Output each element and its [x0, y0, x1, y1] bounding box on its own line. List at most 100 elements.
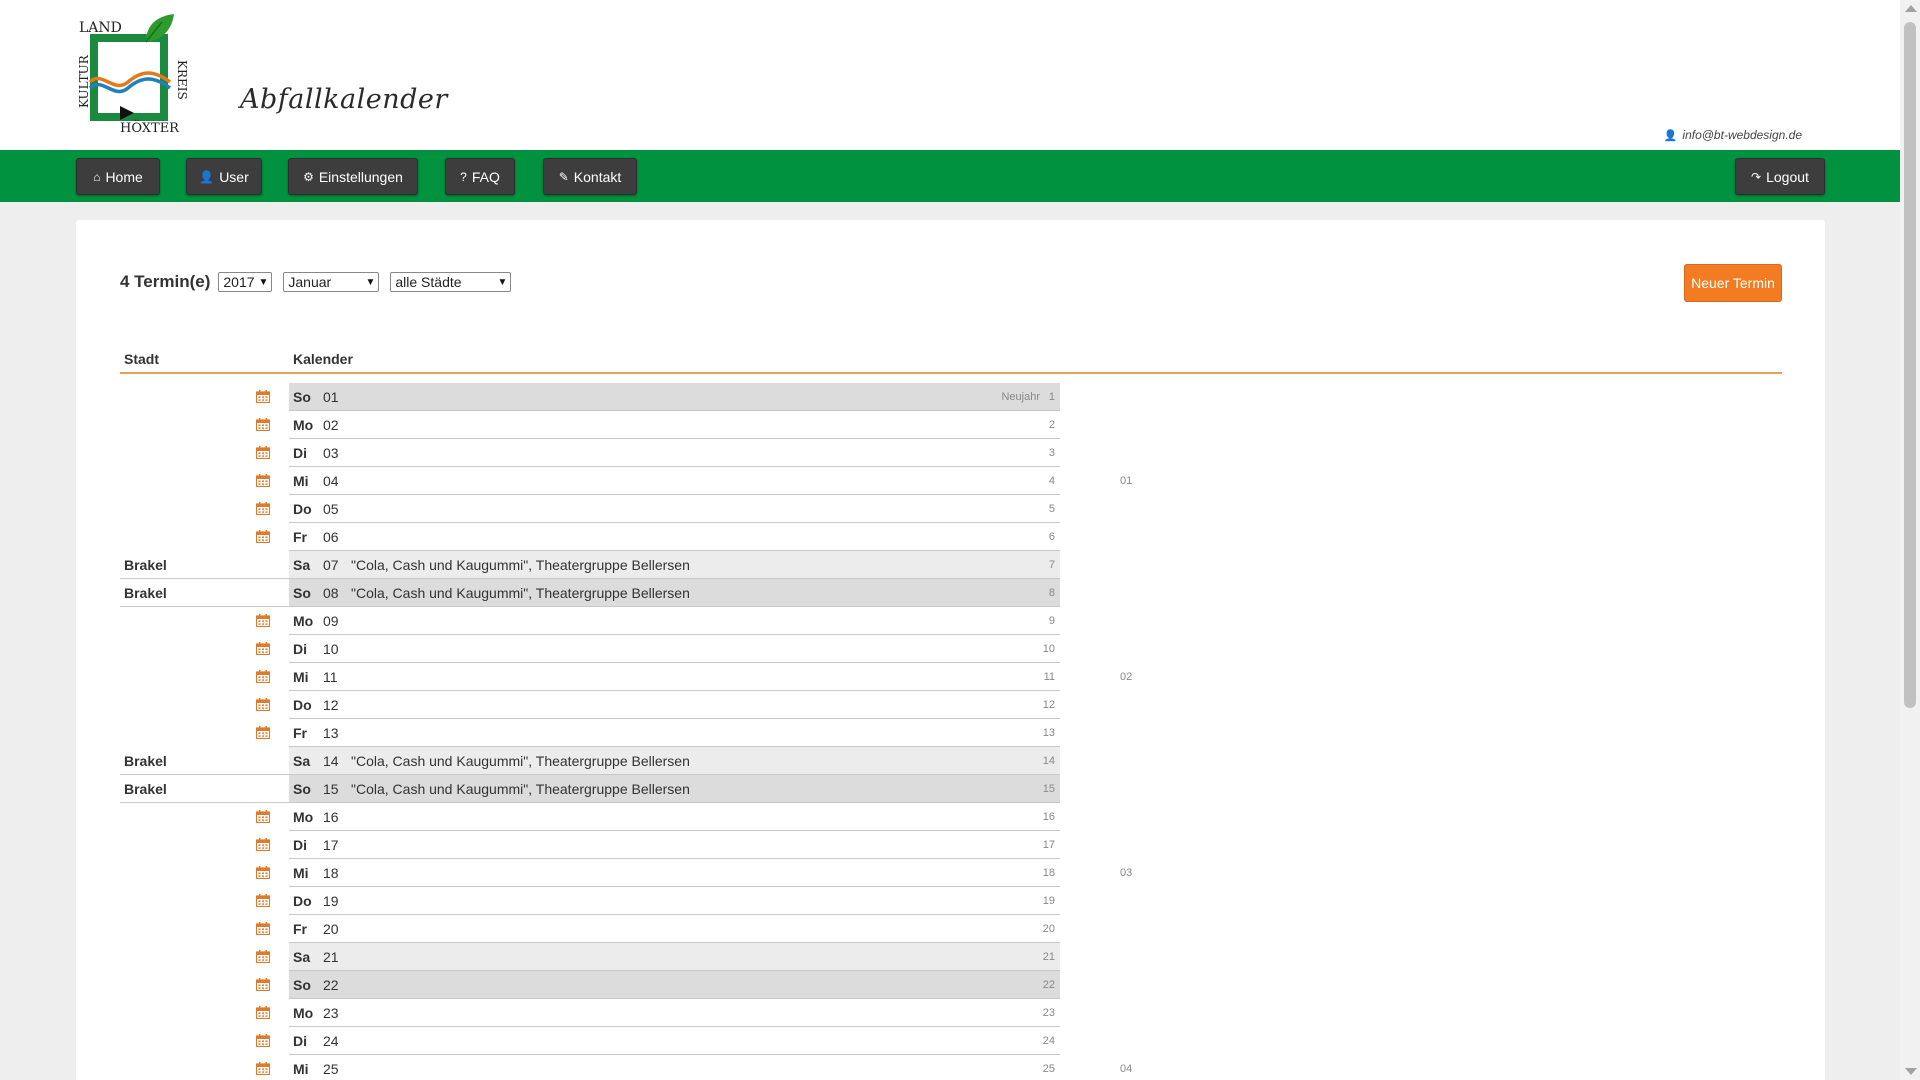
calendar-icon[interactable]: [255, 1034, 271, 1048]
logout-button[interactable]: ↷ Logout: [1735, 158, 1825, 195]
calendar-icon[interactable]: [255, 1006, 271, 1020]
table-row: Di 17 17: [120, 831, 1220, 859]
calendar-icon[interactable]: [255, 642, 271, 656]
nav-settings-button[interactable]: ⚙ Einstellungen: [288, 158, 418, 195]
nav-user-button[interactable]: 👤 User: [186, 158, 262, 195]
day-cell[interactable]: Do 12 12: [289, 691, 1060, 719]
day-cell[interactable]: Mo 23 23: [289, 999, 1060, 1027]
chevron-down-icon: ▼: [258, 276, 269, 288]
day-cell[interactable]: So 15 "Cola, Cash und Kaugummi", Theatergr…: [289, 775, 1060, 803]
scroll-thumb[interactable]: [1904, 22, 1916, 708]
calendar-icon[interactable]: [255, 446, 271, 460]
calendar-icon[interactable]: [255, 530, 271, 544]
table-row: Mi 18 18 03: [120, 859, 1220, 887]
day-cell[interactable]: So 01 Neujahr 1: [289, 383, 1060, 411]
calendar-icon[interactable]: [255, 950, 271, 964]
day-of-year: 8: [1048, 587, 1055, 599]
sign-out-icon: ↷: [1751, 169, 1762, 184]
page-scrollbar[interactable]: [1900, 0, 1920, 1080]
event-title[interactable]: "Cola, Cash und Kaugummi", Theatergruppe…: [351, 551, 690, 579]
day-cell[interactable]: Sa 21 21: [289, 943, 1060, 971]
column-header-city: Stadt: [124, 351, 159, 367]
weekday: Mo: [293, 1005, 314, 1021]
site-title: Abfallkalender: [240, 84, 448, 115]
day-number: 10: [323, 641, 339, 657]
column-header-calendar: Kalender: [293, 351, 353, 367]
table-row: Fr 06 6: [120, 523, 1220, 551]
day-cell[interactable]: Sa 14 "Cola, Cash und Kaugummi", Theatergr…: [289, 747, 1060, 775]
event-title[interactable]: "Cola, Cash und Kaugummi", Theatergruppe…: [351, 775, 690, 803]
table-row: Do 12 12: [120, 691, 1220, 719]
day-cell[interactable]: Mo 16 16: [289, 803, 1060, 831]
event-title[interactable]: "Cola, Cash und Kaugummi", Theatergruppe…: [351, 579, 690, 607]
day-cell[interactable]: Fr 13 13: [289, 719, 1060, 747]
month-select[interactable]: Januar ▼: [283, 272, 380, 292]
calendar-icon[interactable]: [255, 866, 271, 880]
weekday: So: [293, 389, 311, 405]
nav-contact-button[interactable]: ✎ Kontakt: [543, 158, 637, 195]
day-number: 09: [323, 613, 339, 629]
day-number: 15: [323, 781, 339, 797]
day-number: 02: [323, 417, 339, 433]
day-cell[interactable]: So 08 "Cola, Cash und Kaugummi", Theatergr…: [289, 579, 1060, 607]
weekday: Mi: [293, 1061, 309, 1077]
day-cell[interactable]: Mi 11 11: [289, 663, 1060, 691]
calendar-icon[interactable]: [255, 698, 271, 712]
nav-faq-button[interactable]: ? FAQ: [445, 158, 515, 195]
calendar-icon[interactable]: [255, 614, 271, 628]
calendar-card: 4 Termin(e) 2017 ▼ Januar ▼ alle Städte …: [76, 220, 1825, 1080]
day-cell[interactable]: Sa 07 "Cola, Cash und Kaugummi", Theatergr…: [289, 551, 1060, 579]
week-number: 01: [1120, 475, 1133, 487]
day-cell[interactable]: Fr 20 20: [289, 915, 1060, 943]
calendar-icon[interactable]: [255, 670, 271, 684]
day-cell[interactable]: Di 17 17: [289, 831, 1060, 859]
day-cell[interactable]: Mo 09 9: [289, 607, 1060, 635]
city-select[interactable]: alle Städte ▼: [390, 272, 512, 292]
day-cell[interactable]: Di 10 10: [289, 635, 1060, 663]
day-number: 16: [323, 809, 339, 825]
day-cell[interactable]: Do 19 19: [289, 887, 1060, 915]
weekday: Mo: [293, 417, 314, 433]
day-number: 13: [323, 725, 339, 741]
day-cell[interactable]: Mi 25 25: [289, 1055, 1060, 1080]
calendar-icon[interactable]: [255, 978, 271, 992]
table-row: Mo 16 16: [120, 803, 1220, 831]
nav-home-button[interactable]: ⌂ Home: [76, 158, 160, 195]
day-cell[interactable]: Di 24 24: [289, 1027, 1060, 1055]
day-number: 21: [323, 949, 339, 965]
scroll-up-arrow[interactable]: [1905, 5, 1917, 12]
event-title[interactable]: "Cola, Cash und Kaugummi", Theatergruppe…: [351, 747, 690, 775]
calendar-icon[interactable]: [255, 474, 271, 488]
day-number: 22: [323, 977, 339, 993]
nav-contact-label: Kontakt: [573, 168, 622, 185]
day-of-year: 1: [1048, 391, 1055, 403]
calendar-icon[interactable]: [255, 894, 271, 908]
scroll-down-arrow[interactable]: [1905, 1068, 1917, 1075]
calendar-icon[interactable]: [255, 390, 271, 404]
calendar-icon[interactable]: [255, 502, 271, 516]
calendar-icon[interactable]: [255, 838, 271, 852]
day-cell[interactable]: Do 05 5: [289, 495, 1060, 523]
new-appointment-button[interactable]: Neuer Termin: [1684, 264, 1782, 302]
day-cell[interactable]: Mi 04 4: [289, 467, 1060, 495]
day-cell[interactable]: Di 03 3: [289, 439, 1060, 467]
day-cell[interactable]: Mo 02 2: [289, 411, 1060, 439]
calendar-icon[interactable]: [255, 922, 271, 936]
month-select-value: Januar: [288, 274, 332, 290]
calendar-icon[interactable]: [255, 726, 271, 740]
day-of-year: 18: [1042, 867, 1055, 879]
year-select[interactable]: 2017 ▼: [218, 272, 273, 292]
week-number: 04: [1120, 1063, 1133, 1075]
day-cell[interactable]: Mi 18 18: [289, 859, 1060, 887]
row-city: Brakel: [120, 775, 290, 803]
day-of-year: 22: [1042, 979, 1055, 991]
edit-icon: ✎: [558, 169, 569, 184]
calendar-icon[interactable]: [255, 810, 271, 824]
day-cell[interactable]: Fr 06 6: [289, 523, 1060, 551]
nav-user-label: User: [219, 168, 249, 185]
calendar-icon[interactable]: [255, 1062, 271, 1076]
table-row: So 22 22: [120, 971, 1220, 999]
weekday: Di: [293, 837, 307, 853]
day-cell[interactable]: So 22 22: [289, 971, 1060, 999]
calendar-icon[interactable]: [255, 418, 271, 432]
